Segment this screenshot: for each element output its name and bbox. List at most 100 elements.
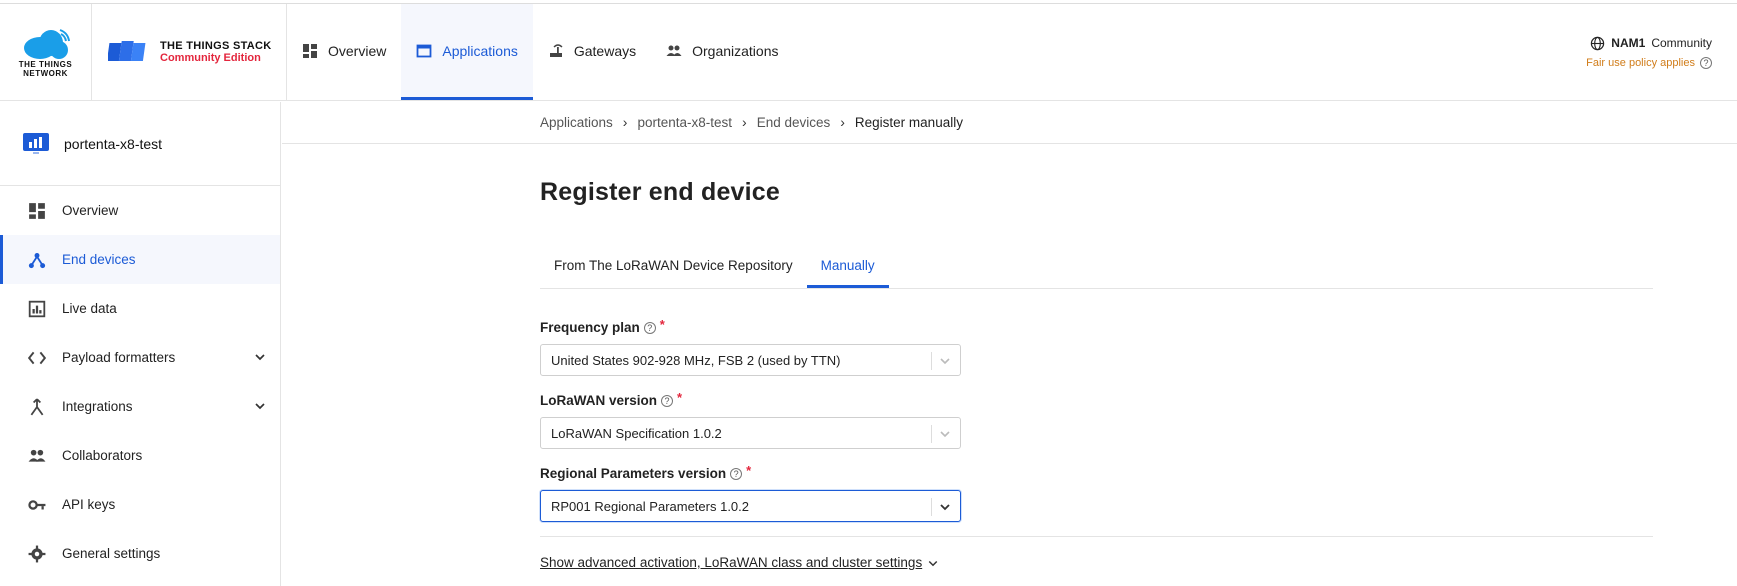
regional-params-value: RP001 Regional Parameters 1.0.2 [551, 498, 750, 514]
lorawan-version-label-text: LoRaWAN version [540, 393, 658, 408]
sidebar-item-label: Payload formatters [62, 350, 176, 365]
gear-icon [28, 545, 46, 562]
tab-device-repository[interactable]: From The LoRaWAN Device Repository [540, 248, 807, 288]
sidebar-item-end-devices[interactable]: End devices [0, 235, 280, 284]
sidebar-item-general-settings[interactable]: General settings [0, 529, 280, 578]
breadcrumb-current: Register manually [854, 114, 963, 130]
breadcrumb: Applications › portenta-x8-test › End de… [540, 114, 963, 130]
gateway-icon [549, 43, 563, 57]
sidebar-item-label: End devices [62, 252, 136, 267]
help-icon[interactable]: ? [643, 321, 656, 334]
merge-icon [30, 397, 44, 415]
sidebar-item-collaborators[interactable]: Collaborators [0, 431, 280, 480]
help-icon[interactable]: ? [730, 467, 743, 480]
frequency-plan-label: Frequency plan ? * [540, 317, 665, 335]
register-tabs: From The LoRaWAN Device Repository Manua… [540, 248, 1653, 289]
frequency-plan-select[interactable]: United States 902-928 MHz, FSB 2 (used b… [540, 344, 961, 376]
regional-params-label: Regional Parameters version ? * [540, 463, 752, 481]
sidebar-item-label: Integrations [62, 399, 133, 414]
regional-params-label-text: Regional Parameters version [540, 466, 727, 481]
breadcrumb-app[interactable]: portenta-x8-test [637, 115, 732, 130]
lorawan-version-label: LoRaWAN version ? * [540, 390, 683, 408]
cluster-label: Community [1651, 36, 1712, 50]
edition-name: Community Edition [160, 52, 261, 64]
nav-gateways-label: Gateways [573, 42, 637, 59]
cluster-code: NAM1 [1611, 36, 1646, 50]
top-header: THE THINGS NETWORK THE THINGS STACK Comm… [0, 4, 1737, 101]
chevron-down-icon [940, 358, 950, 365]
lorawan-version-value: LoRaWAN Specification 1.0.2 [551, 425, 722, 441]
select-divider [931, 352, 932, 370]
code-icon [28, 351, 46, 364]
tab-manually[interactable]: Manually [806, 248, 889, 288]
cloud-logo-icon [23, 29, 70, 59]
show-advanced-settings-link[interactable]: Show advanced activation, LoRaWAN class … [540, 555, 939, 570]
bar-chart-icon [28, 300, 46, 317]
chevron-right-icon: › [622, 114, 628, 130]
breadcrumb-end-devices[interactable]: End devices [757, 115, 831, 130]
stack-name: THE THINGS STACK [160, 40, 272, 52]
section-divider [540, 536, 1653, 537]
key-icon [28, 499, 46, 510]
sidebar-item-label: Overview [62, 203, 119, 218]
help-icon: ? [1700, 56, 1712, 69]
main-nav: Overview Applications Gateways Organizat… [287, 4, 794, 100]
globe-icon [1591, 36, 1605, 50]
sidebar-item-label: Collaborators [62, 448, 143, 463]
breadcrumb-applications[interactable]: Applications [540, 115, 613, 130]
advanced-link-text: Show advanced activation, LoRaWAN class … [540, 555, 923, 570]
header-right: NAM1 Community Fair use policy applies ? [1586, 4, 1737, 100]
nav-gateways[interactable]: Gateways [533, 4, 651, 100]
ttn-logo-text: THE THINGS NETWORK [18, 60, 73, 78]
sidebar-app-title: portenta-x8-test [0, 102, 280, 186]
chevron-down-icon [940, 431, 950, 438]
nav-overview-label: Overview [328, 42, 387, 59]
required-marker: * [677, 390, 683, 405]
sidebar-item-label: API keys [62, 497, 116, 512]
nav-applications-label: Applications [442, 42, 518, 59]
breadcrumb-bar: Applications › portenta-x8-test › End de… [282, 102, 1737, 144]
sidebar-item-api-keys[interactable]: API keys [0, 480, 280, 529]
lorawan-version-select[interactable]: LoRaWAN Specification 1.0.2 [540, 417, 961, 449]
nav-organizations-label: Organizations [692, 42, 779, 59]
help-icon[interactable]: ? [661, 394, 674, 407]
application-icon [416, 44, 432, 57]
frequency-plan-label-text: Frequency plan [540, 320, 640, 335]
people-icon [28, 449, 46, 462]
device-tree-icon [28, 252, 46, 268]
ttn-logo[interactable]: THE THINGS NETWORK [0, 4, 92, 100]
frequency-plan-value: United States 902-928 MHz, FSB 2 (used b… [551, 352, 841, 368]
nav-applications[interactable]: Applications [401, 4, 533, 100]
stack-logo-icon [108, 41, 146, 61]
sidebar-item-payload-formatters[interactable]: Payload formatters [0, 333, 280, 382]
select-divider [931, 425, 932, 443]
chevron-down-icon[interactable] [252, 349, 268, 365]
dashboard-icon [303, 43, 317, 58]
sidebar-item-integrations[interactable]: Integrations [0, 382, 280, 431]
chevron-down-icon[interactable] [252, 398, 268, 414]
regional-params-select[interactable]: RP001 Regional Parameters 1.0.2 [540, 490, 961, 522]
fair-use-link[interactable]: Fair use policy applies ? [1586, 56, 1712, 69]
required-marker: * [659, 317, 665, 332]
chevron-right-icon: › [840, 114, 845, 130]
chevron-down-icon [928, 560, 938, 566]
cluster-selector[interactable]: NAM1 Community [1590, 36, 1712, 51]
page-title: Register end device [540, 178, 781, 206]
chevron-down-icon [940, 504, 950, 511]
app-name: portenta-x8-test [64, 135, 163, 152]
chevron-right-icon: › [742, 114, 747, 130]
tts-logo[interactable]: THE THINGS STACK Community Edition [92, 4, 287, 100]
nav-organizations[interactable]: Organizations [651, 4, 793, 100]
sidebar-item-overview[interactable]: Overview [0, 186, 280, 235]
sidebar-item-live-data[interactable]: Live data [0, 284, 280, 333]
select-divider [931, 498, 932, 516]
sidebar: portenta-x8-test Overview End devices Li… [0, 102, 281, 586]
sidebar-item-label: Live data [62, 301, 117, 316]
fair-use-text: Fair use policy applies [1586, 56, 1695, 69]
nav-overview[interactable]: Overview [287, 4, 401, 100]
app-icon [23, 132, 49, 154]
required-marker: * [746, 463, 752, 478]
dashboard-icon [29, 202, 45, 219]
people-icon [666, 45, 682, 56]
sidebar-item-label: General settings [62, 546, 161, 561]
